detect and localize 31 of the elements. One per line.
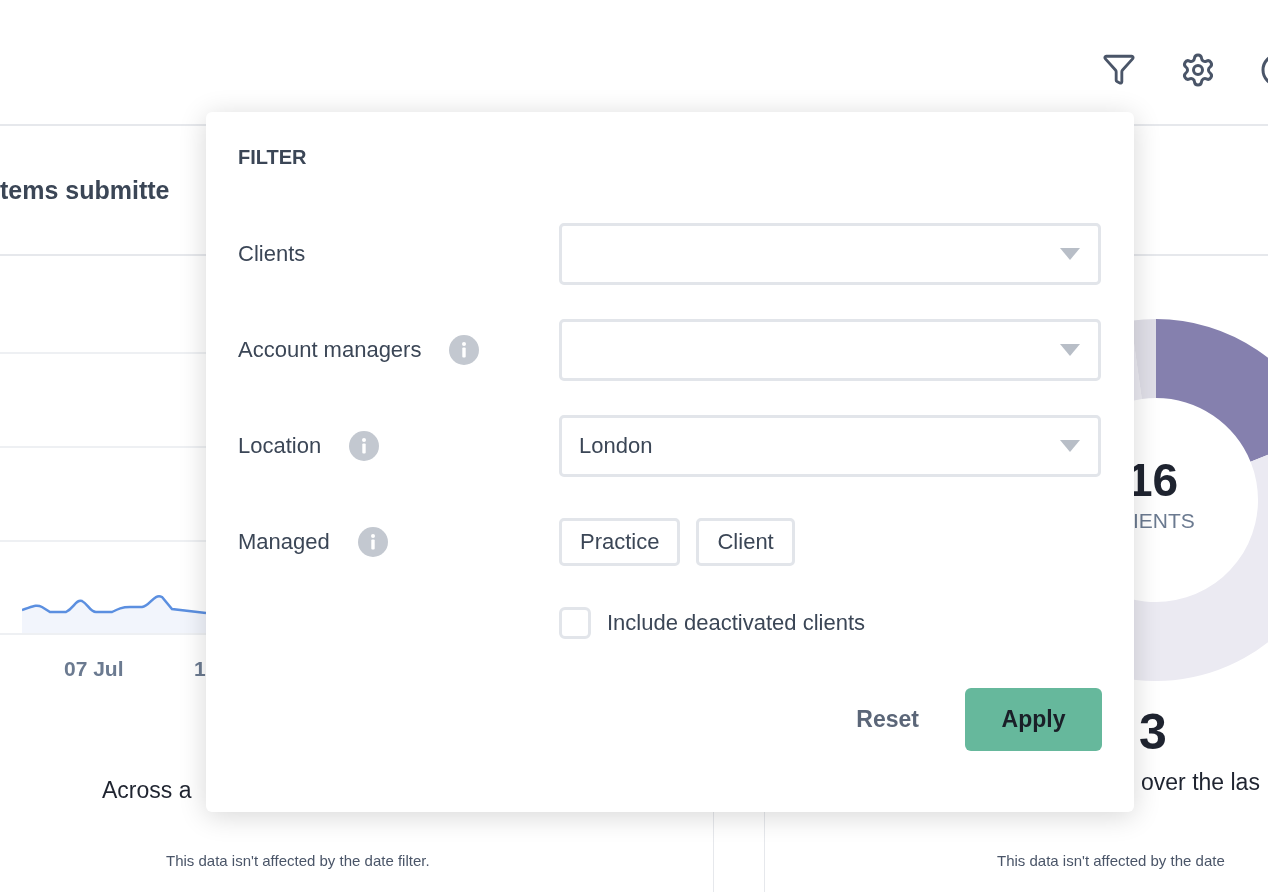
field-label: Account managers [238,337,422,363]
settings-icon[interactable] [1180,52,1216,88]
field-label: Clients [238,241,306,267]
info-icon[interactable] [449,335,480,365]
note-text: This data isn't affected by the date [997,852,1225,869]
checkbox[interactable] [559,607,591,639]
info-icon[interactable] [357,527,388,557]
field-label: Location [238,433,322,459]
checkbox-label: Include deactivated clients [607,610,866,636]
filter-icon[interactable] [1102,52,1136,86]
reset-button[interactable]: Reset [856,706,919,733]
dropdown-field[interactable]: London [559,415,1101,477]
stat-text: over the las [1141,769,1260,796]
axis-label: 1 [194,657,206,681]
note-text: This data isn't affected by the date filter. [166,852,430,869]
toggle-button[interactable]: Practice [559,518,681,566]
apply-button[interactable]: Apply [965,688,1102,751]
card-title: tems submitte [0,175,170,205]
caret-icon [1060,248,1080,260]
dropdown-field[interactable] [559,319,1101,381]
panel-title: FILTER [238,146,307,169]
axis-label: 07 Jul [64,657,124,681]
summary-text: Across a [102,777,192,804]
dropdown-field[interactable] [559,223,1101,285]
toggle-button[interactable]: Client [696,518,795,566]
caret-icon [1060,344,1080,356]
field-label: Managed [238,529,330,555]
stat-value: 3 [1139,707,1167,757]
donut-label: IENTS [1133,509,1195,533]
caret-icon [1060,440,1080,452]
info-icon[interactable] [349,431,380,461]
